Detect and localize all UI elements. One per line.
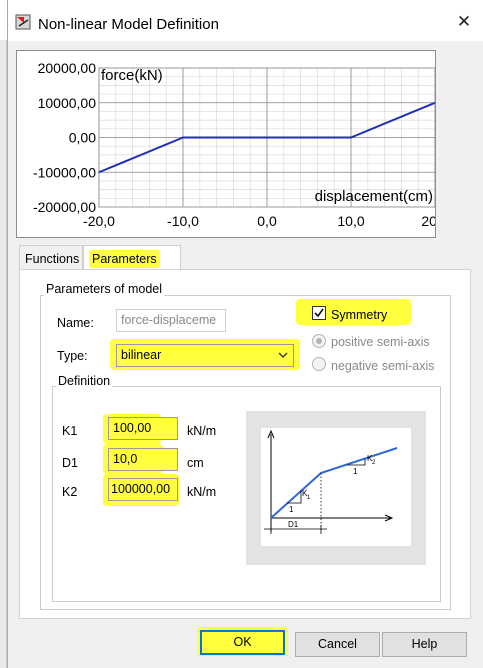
graph-panel: 20000,00 10000,00 0,00 -10000,00 -20000,00 -2…: [16, 50, 449, 238]
y-tick-label: 20000,00: [38, 60, 97, 76]
y-axis-label: force(kN): [101, 67, 163, 84]
force-displacement-chart: 20000,0010000,000,00-10000,00-20000,00-2…: [33, 60, 449, 229]
d1-label: D1: [62, 456, 78, 470]
type-label: Type:: [57, 349, 88, 363]
bilinear-diagram: 1 K 1 1 K 2 D1: [261, 428, 411, 546]
tab-parameters-label: Parameters: [89, 250, 160, 268]
diagram-d1-label: D1: [288, 520, 299, 529]
y-tick-label: -10000,00: [33, 164, 96, 180]
series-point: [350, 136, 352, 139]
diagram-one-a: 1: [289, 505, 294, 514]
negative-semi-axis-label: negative semi-axis: [331, 359, 435, 373]
app-icon: [15, 14, 31, 30]
positive-semi-axis-radio[interactable]: [312, 334, 326, 348]
help-button[interactable]: Help: [382, 632, 467, 657]
x-tick-label: 0,0: [257, 213, 277, 229]
type-select-value: bilinear: [121, 348, 162, 362]
parameters-panel: Parameters of model Name: force-displace…: [19, 269, 471, 619]
x-tick-label: 10,0: [337, 213, 364, 229]
bilinear-diagram-frame: 1 K 1 1 K 2 D1: [246, 411, 426, 565]
k1-label: K1: [62, 424, 78, 438]
diagram-one-b: 1: [353, 467, 358, 476]
series-point: [182, 136, 184, 139]
title-bar: Non-linear Model Definition ✕: [8, 0, 483, 41]
dialog-window: Non-linear Model Definition ✕ 20000,00 10…: [7, 0, 483, 668]
k1-unit: kN/m: [187, 424, 217, 438]
y-tick-label: 0,00: [69, 130, 96, 146]
diagram-k1-subscript: 1: [307, 495, 311, 501]
cancel-button[interactable]: Cancel: [295, 632, 380, 657]
d1-unit: cm: [187, 456, 204, 470]
ok-button[interactable]: OK: [200, 630, 285, 655]
series-point: [98, 171, 100, 173]
tab-parameters[interactable]: Parameters: [83, 245, 181, 269]
window-title: Non-linear Model Definition: [38, 16, 219, 33]
symmetry-label: Symmetry: [331, 308, 388, 322]
background-window-edge: [0, 40, 7, 668]
k1-field[interactable]: 100,00: [108, 417, 178, 440]
tab-functions[interactable]: Functions: [19, 245, 83, 269]
close-icon[interactable]: ✕: [454, 12, 474, 32]
k2-label: K2: [62, 485, 78, 499]
x-tick-label: 20,0: [421, 213, 435, 229]
x-tick-label: -20,0: [83, 213, 115, 229]
diagram-k2-subscript: 2: [372, 460, 376, 466]
x-axis-label: displacement(cm): [315, 188, 433, 205]
name-field[interactable]: force-displaceme: [116, 309, 226, 332]
y-tick-label: 10000,00: [38, 95, 97, 111]
type-select[interactable]: bilinear: [116, 344, 294, 367]
d1-field[interactable]: 10,0: [108, 448, 178, 471]
definition-group-title: Definition: [56, 374, 113, 388]
positive-semi-axis-label: positive semi-axis: [331, 335, 430, 349]
parameters-group-title: Parameters of model: [44, 282, 165, 296]
name-label: Name:: [57, 316, 94, 330]
chevron-down-icon: [278, 352, 288, 358]
tab-functions-label: Functions: [25, 252, 80, 266]
x-tick-label: -10,0: [167, 213, 199, 229]
k2-unit: kN/m: [187, 485, 217, 499]
symmetry-checkbox[interactable]: [312, 306, 326, 320]
k2-field[interactable]: 100000,00: [108, 478, 178, 501]
checkmark-icon: [314, 308, 324, 318]
negative-semi-axis-radio[interactable]: [312, 357, 326, 371]
